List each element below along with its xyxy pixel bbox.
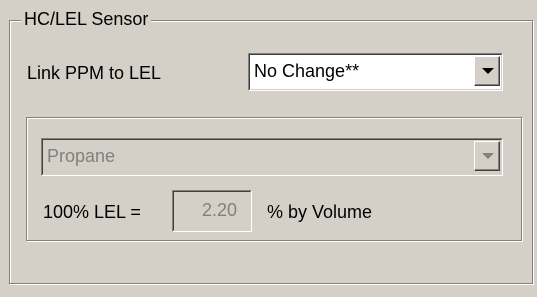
lel-value: 2.20 <box>201 200 237 220</box>
gas-type-dropdown[interactable]: Propane <box>41 138 503 176</box>
link-ppm-label: Link PPM to LEL <box>27 63 162 83</box>
chevron-down-icon <box>482 153 494 159</box>
gas-type-selected-value: Propane <box>47 146 116 166</box>
lel-value-field[interactable]: 2.20 <box>172 190 252 232</box>
link-ppm-dropdown-button[interactable] <box>474 56 500 86</box>
link-ppm-selected-value: No Change** <box>254 61 360 81</box>
lel-label: 100% LEL = <box>43 202 141 222</box>
lel-unit-label: % by Volume <box>267 202 373 222</box>
gas-type-dropdown-button[interactable] <box>474 141 500 171</box>
group-title: HC/LEL Sensor <box>21 8 152 30</box>
chevron-down-icon <box>482 68 494 74</box>
link-ppm-dropdown[interactable]: No Change** <box>248 53 503 91</box>
